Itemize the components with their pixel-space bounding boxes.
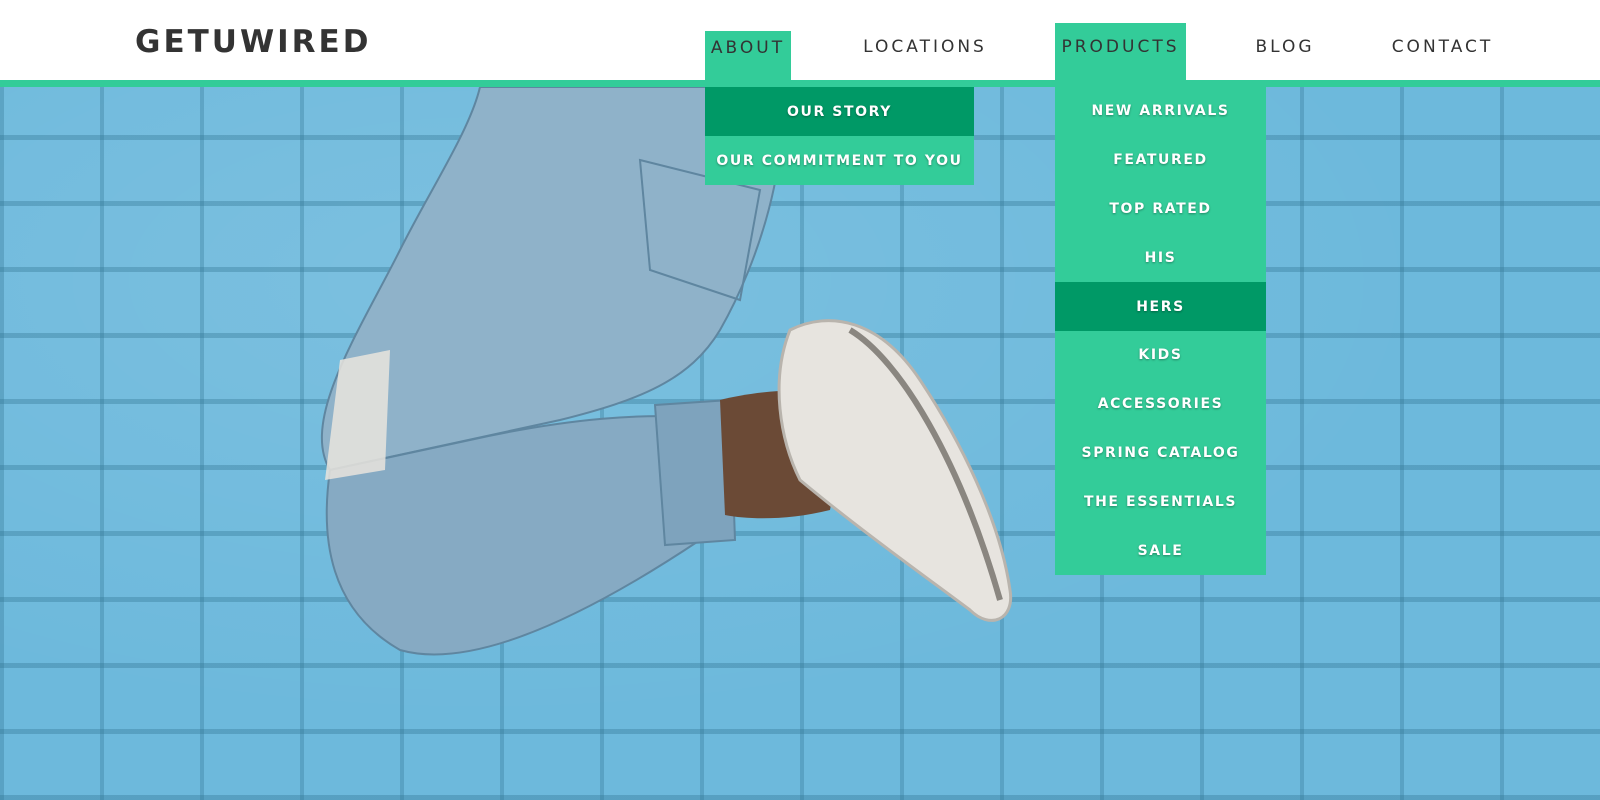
header-accent-bar [0,80,1600,87]
menu-item-kids[interactable]: KIDS [1055,331,1266,380]
nav-item-products[interactable]: PRODUCTS [1055,23,1186,80]
menu-item-sale[interactable]: SALE [1055,526,1266,575]
nav-item-locations[interactable]: LOCATIONS [855,23,995,80]
nav-item-about[interactable]: ABOUT [705,31,791,80]
menu-item-new-arrivals[interactable]: NEW ARRIVALS [1055,87,1266,136]
nav-item-contact[interactable]: CONTACT [1385,23,1500,80]
menu-item-spring-catalog[interactable]: SPRING CATALOG [1055,429,1266,478]
about-dropdown-menu: OUR STORY OUR COMMITMENT TO YOU [705,87,974,185]
menu-item-our-story[interactable]: OUR STORY [705,87,974,136]
site-logo[interactable]: GETUWIRED [135,24,371,60]
menu-item-hers[interactable]: HERS [1055,282,1266,331]
menu-item-the-essentials[interactable]: THE ESSENTIALS [1055,477,1266,526]
menu-item-featured[interactable]: FEATURED [1055,136,1266,185]
products-dropdown-menu: NEW ARRIVALS FEATURED TOP RATED HIS HERS… [1055,87,1266,575]
nav-item-blog[interactable]: BLOG [1245,23,1325,80]
menu-item-accessories[interactable]: ACCESSORIES [1055,380,1266,429]
menu-item-his[interactable]: HIS [1055,233,1266,282]
menu-item-our-commitment[interactable]: OUR COMMITMENT TO YOU [705,136,974,185]
site-header: GETUWIRED ABOUT LOCATIONS PRODUCTS BLOG … [0,0,1600,80]
menu-item-top-rated[interactable]: TOP RATED [1055,185,1266,234]
